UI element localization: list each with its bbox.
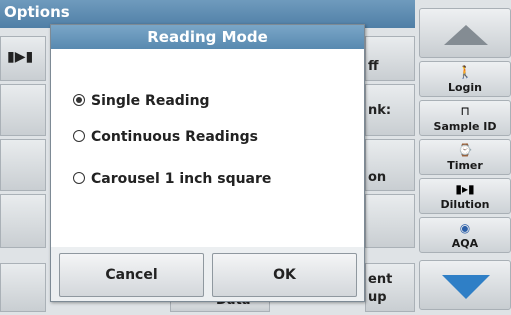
ok-button[interactable]: OK bbox=[212, 253, 357, 297]
bg-row3-left[interactable] bbox=[0, 139, 46, 191]
bg-text: nk: bbox=[368, 103, 392, 118]
bg-text: on bbox=[368, 170, 387, 185]
login-button[interactable]: 🚶 Login bbox=[419, 61, 511, 97]
person-icon: 🚶 bbox=[457, 65, 473, 79]
aqa-button[interactable]: ◉ AQA bbox=[419, 217, 511, 253]
dialog-title: Reading Mode bbox=[51, 25, 364, 49]
login-label: Login bbox=[447, 81, 483, 94]
cancel-button[interactable]: Cancel bbox=[59, 253, 204, 297]
sample-id-label: Sample ID bbox=[433, 120, 497, 133]
aqa-label: AQA bbox=[451, 237, 479, 250]
screen-title: Options bbox=[4, 3, 70, 21]
timer-label: Timer bbox=[447, 159, 483, 172]
option-single-reading[interactable]: Single Reading bbox=[73, 92, 210, 110]
dilution-icon: ▮▸▮ bbox=[455, 182, 475, 196]
bg-row5-right[interactable]: ent up bbox=[365, 263, 415, 312]
option-label: Continuous Readings bbox=[91, 129, 258, 145]
bg-row2-right[interactable]: nk: bbox=[365, 84, 415, 136]
radio-selected-icon bbox=[73, 94, 85, 106]
bg-row2-left[interactable] bbox=[0, 84, 46, 136]
bg-row3-right[interactable]: on bbox=[365, 139, 415, 191]
sample-id-button[interactable]: ⊓ Sample ID bbox=[419, 100, 511, 136]
bg-row4-right[interactable] bbox=[365, 194, 415, 248]
bg-row1-right[interactable]: ff bbox=[365, 36, 415, 81]
flow-cell-icon: ▮▶▮ bbox=[7, 49, 34, 65]
scroll-down-button[interactable] bbox=[419, 260, 511, 310]
bg-row4-left[interactable] bbox=[0, 194, 46, 248]
option-label: Single Reading bbox=[91, 93, 210, 109]
bg-text: ff bbox=[368, 59, 379, 74]
scroll-up-button[interactable] bbox=[419, 8, 511, 58]
timer-icon: ⌚ bbox=[457, 143, 473, 157]
radio-unselected-icon bbox=[73, 172, 85, 184]
timer-button[interactable]: ⌚ Timer bbox=[419, 139, 511, 175]
bg-text: ent bbox=[368, 272, 393, 287]
bg-row1-left[interactable]: ▮▶▮ bbox=[0, 36, 46, 81]
sample-vial-icon: ⊓ bbox=[460, 104, 470, 118]
side-panel: 🚶 Login ⊓ Sample ID ⌚ Timer ▮▸▮ Dilution… bbox=[419, 0, 511, 312]
bg-row5-left[interactable] bbox=[0, 263, 46, 312]
option-carousel-1-inch-square[interactable]: Carousel 1 inch square bbox=[73, 170, 271, 188]
dilution-button[interactable]: ▮▸▮ Dilution bbox=[419, 178, 511, 214]
option-label: Carousel 1 inch square bbox=[91, 171, 272, 187]
dilution-label: Dilution bbox=[440, 198, 490, 211]
radio-unselected-icon bbox=[73, 130, 85, 142]
option-continuous-readings[interactable]: Continuous Readings bbox=[73, 128, 258, 146]
up-arrow-icon bbox=[444, 25, 488, 45]
bg-text: up bbox=[368, 290, 387, 305]
down-arrow-icon bbox=[442, 275, 490, 299]
dialog-footer: Cancel OK bbox=[51, 247, 364, 301]
reading-mode-dialog: Reading Mode Single Reading Continuous R… bbox=[50, 24, 365, 302]
aqa-icon: ◉ bbox=[459, 221, 471, 235]
